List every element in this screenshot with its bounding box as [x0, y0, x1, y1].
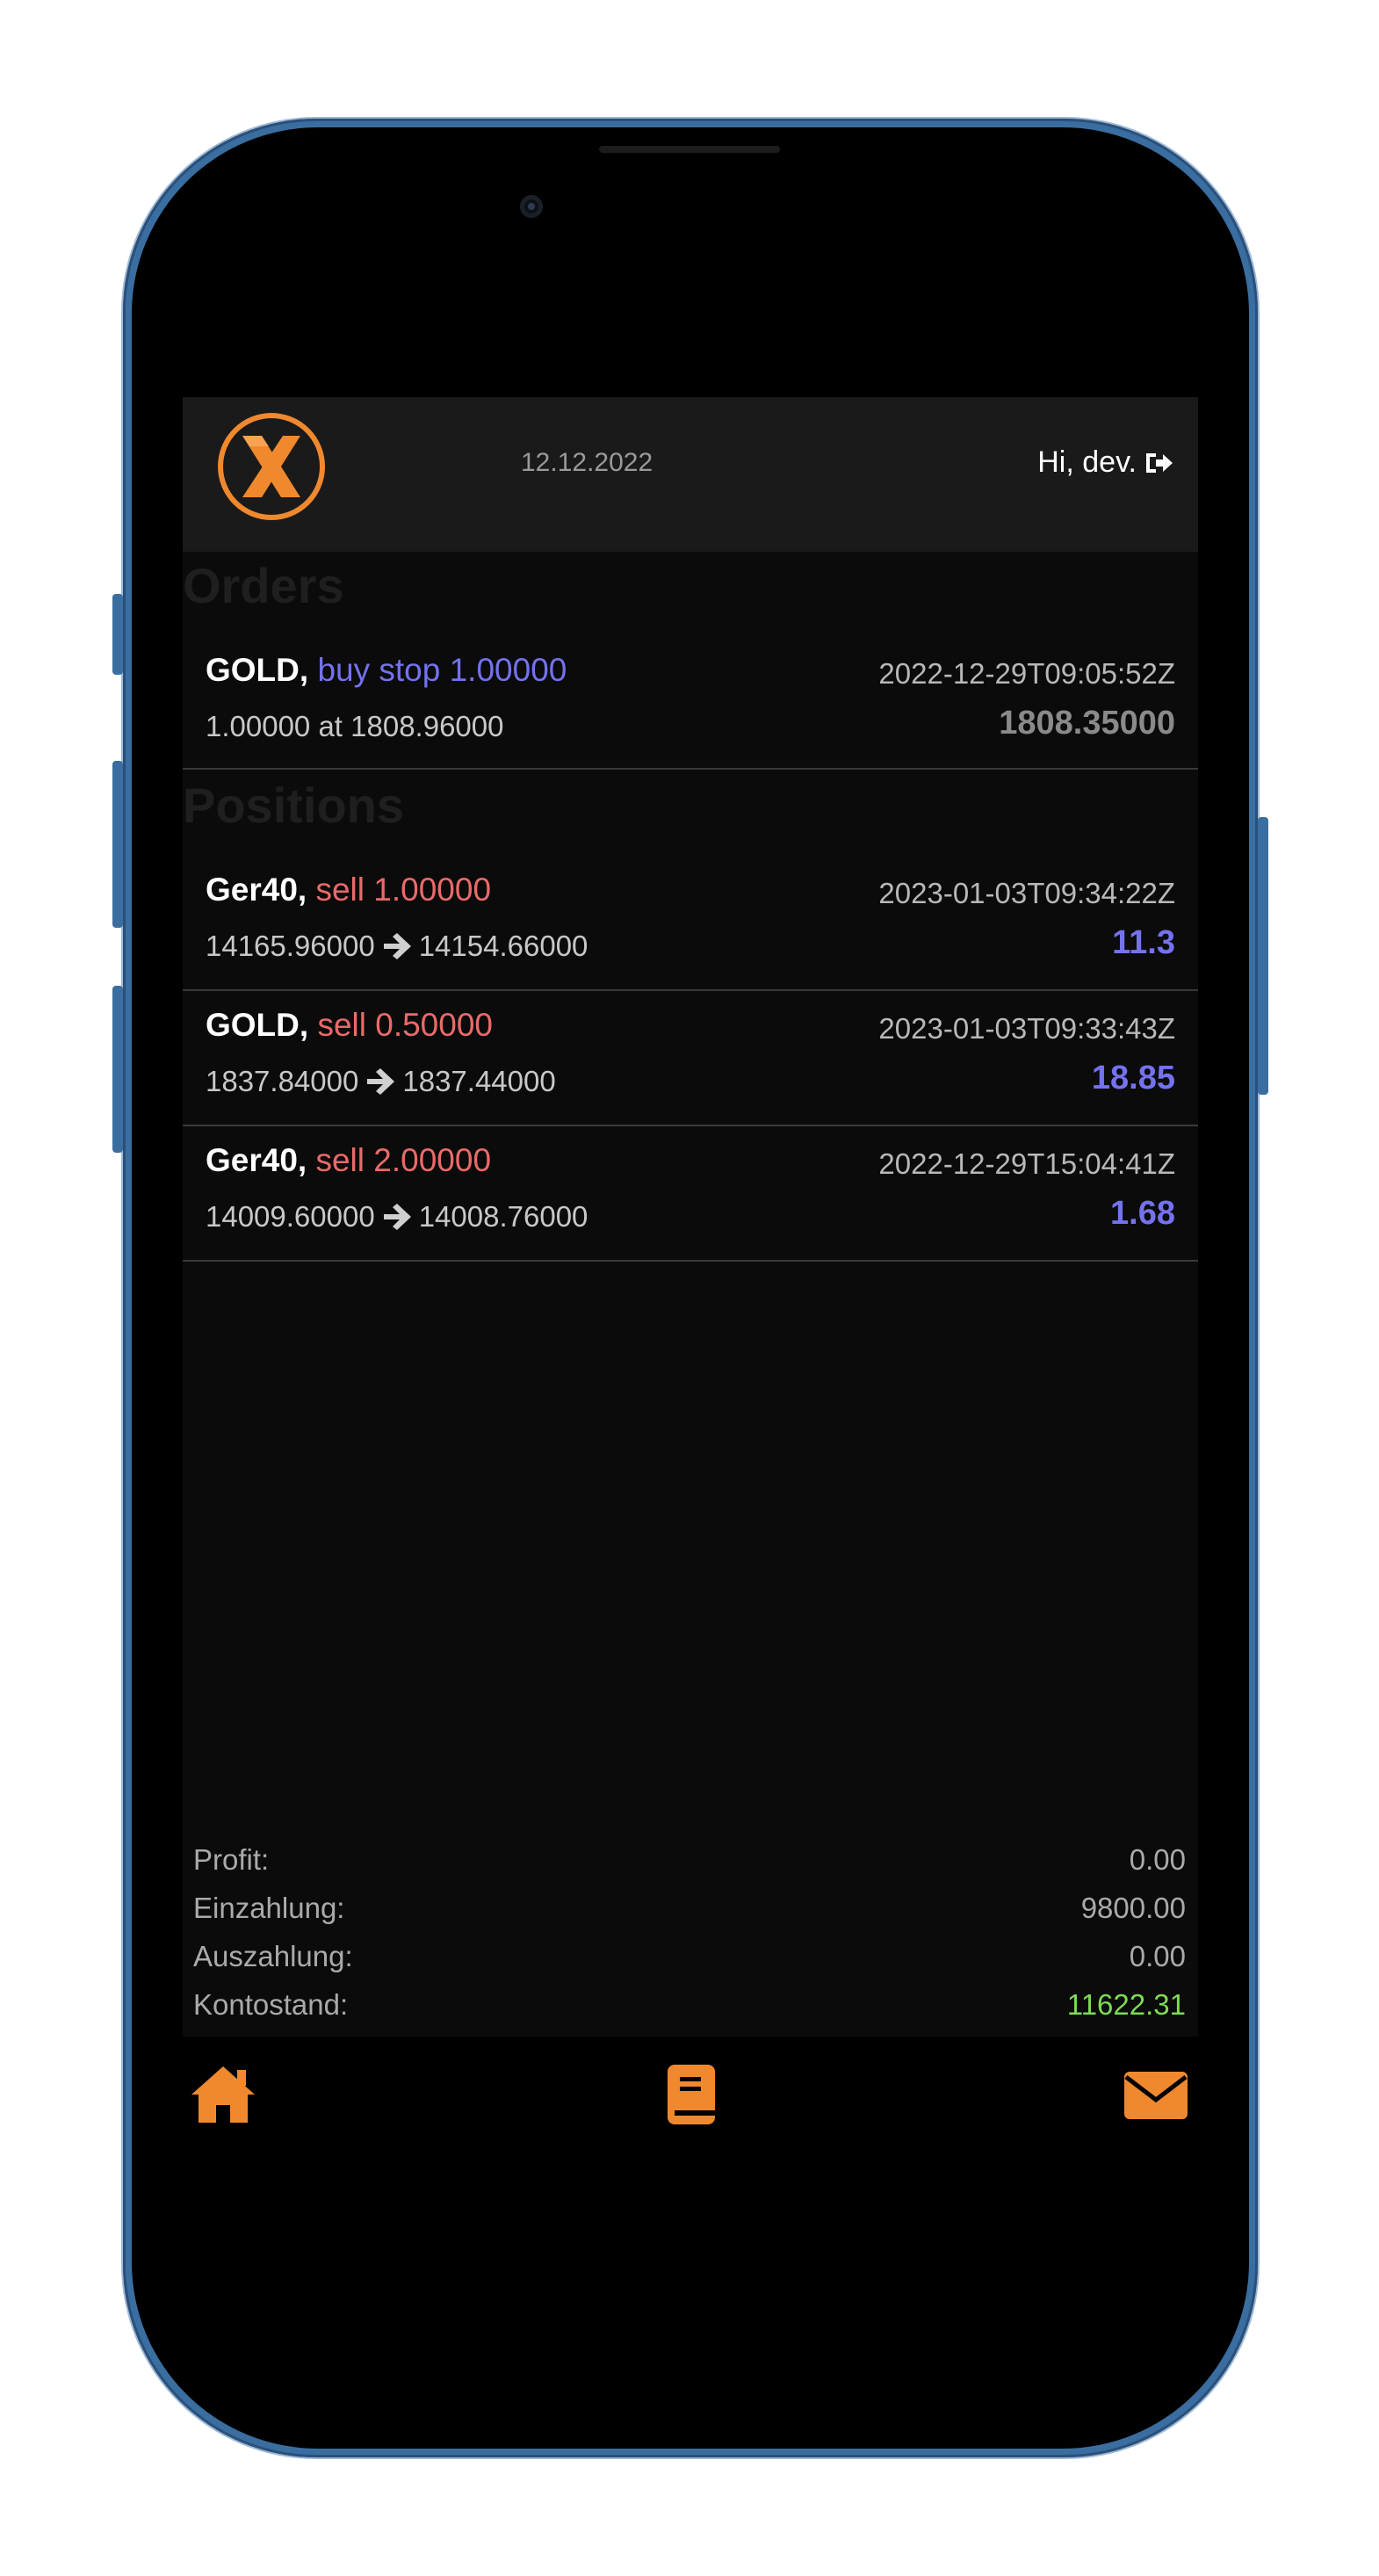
withdrawal-label: Auszahlung: — [193, 1940, 353, 1972]
summary-deposit-row: Einzahlung: 9800.00 — [193, 1892, 1186, 1936]
order-symbol: GOLD, — [206, 652, 309, 688]
book-icon[interactable] — [655, 2061, 726, 2128]
envelope-icon[interactable] — [1121, 2061, 1191, 2128]
position-symbol: GOLD, — [206, 1007, 309, 1043]
position-symbol: Ger40, — [206, 872, 307, 908]
position-prices: 14009.60000 14008.76000 — [206, 1200, 588, 1234]
position-time: 2023-01-03T09:34:22Z — [878, 877, 1175, 909]
app-header: 12.12.2022 Hi, dev. — [183, 397, 1198, 552]
deposit-value: 9800.00 — [1080, 1892, 1186, 1924]
x-logo-icon[interactable] — [216, 411, 327, 522]
header-date: 12.12.2022 — [521, 448, 653, 477]
position-profit: 1.68 — [1110, 1195, 1175, 1232]
volume-down-button — [112, 986, 123, 1153]
deposit-label: Einzahlung: — [193, 1892, 345, 1924]
bottom-nav — [183, 2056, 1198, 2135]
position-action: sell 0.50000 — [317, 1007, 493, 1043]
price-current: 1837.44000 — [402, 1065, 556, 1097]
summary-balance-row: Kontostand: 11622.31 — [193, 1988, 1186, 2032]
position-prices: 1837.84000 1837.44000 — [206, 1065, 556, 1098]
summary-withdrawal-row: Auszahlung: 0.00 — [193, 1940, 1186, 1984]
profit-value: 0.00 — [1129, 1843, 1186, 1876]
price-current: 14154.66000 — [418, 930, 588, 962]
balance-label: Kontostand: — [193, 1988, 349, 2021]
profit-label: Profit: — [193, 1843, 270, 1876]
position-time: 2023-01-03T09:33:43Z — [878, 1012, 1175, 1045]
price-open: 14009.60000 — [206, 1200, 375, 1233]
position-symbol-line: Ger40, sell 1.00000 — [206, 872, 491, 908]
position-profit: 11.3 — [1112, 924, 1175, 961]
order-symbol-line: GOLD, buy stop 1.00000 — [206, 652, 567, 689]
price-open: 14165.96000 — [206, 930, 375, 962]
summary-profit-row: Profit: 0.00 — [193, 1843, 1186, 1887]
position-prices: 14165.96000 14154.66000 — [206, 930, 588, 963]
arrow-right-icon — [383, 933, 411, 959]
greeting-label: Hi, dev. — [1037, 445, 1137, 479]
order-value: 1808.35000 — [999, 705, 1175, 742]
arrow-right-icon — [383, 1204, 411, 1230]
position-action: sell 2.00000 — [315, 1142, 492, 1178]
mute-switch — [112, 594, 123, 675]
main-content: Orders GOLD, buy stop 1.00000 2022-12-29… — [183, 552, 1198, 2037]
position-row[interactable]: Ger40, sell 2.00000 2022-12-29T15:04:41Z… — [183, 1126, 1198, 1262]
balance-value: 11622.31 — [1066, 1988, 1186, 2021]
position-symbol-line: GOLD, sell 0.50000 — [206, 1007, 493, 1044]
volume-up-button — [112, 761, 123, 928]
position-symbol-line: Ger40, sell 2.00000 — [206, 1142, 491, 1179]
positions-section-title: Positions — [183, 778, 405, 833]
user-logout-link[interactable]: Hi, dev. — [1037, 445, 1175, 480]
earpiece-speaker — [599, 146, 780, 153]
position-symbol: Ger40, — [206, 1142, 307, 1178]
home-icon[interactable] — [188, 2061, 258, 2128]
position-action: sell 1.00000 — [315, 872, 492, 908]
app-screen: 12.12.2022 Hi, dev. Orders GOLD, buy sto… — [183, 397, 1198, 2145]
sign-out-icon[interactable] — [1144, 450, 1175, 476]
price-current: 14008.76000 — [418, 1200, 588, 1233]
power-button — [1258, 817, 1268, 1095]
position-profit: 18.85 — [1091, 1060, 1175, 1096]
position-row[interactable]: Ger40, sell 1.00000 2023-01-03T09:34:22Z… — [183, 856, 1198, 991]
withdrawal-value: 0.00 — [1129, 1940, 1186, 1972]
order-time: 2022-12-29T09:05:52Z — [878, 657, 1175, 690]
front-camera — [520, 195, 543, 218]
order-row[interactable]: GOLD, buy stop 1.00000 2022-12-29T09:05:… — [183, 636, 1198, 770]
position-time: 2022-12-29T15:04:41Z — [878, 1147, 1175, 1180]
position-row[interactable]: GOLD, sell 0.50000 2023-01-03T09:33:43Z … — [183, 991, 1198, 1126]
arrow-right-icon — [367, 1068, 395, 1095]
price-open: 1837.84000 — [206, 1065, 359, 1097]
order-action: buy stop 1.00000 — [317, 652, 567, 688]
order-detail: 1.00000 at 1808.96000 — [206, 710, 504, 742]
orders-section-title: Orders — [183, 558, 344, 613]
